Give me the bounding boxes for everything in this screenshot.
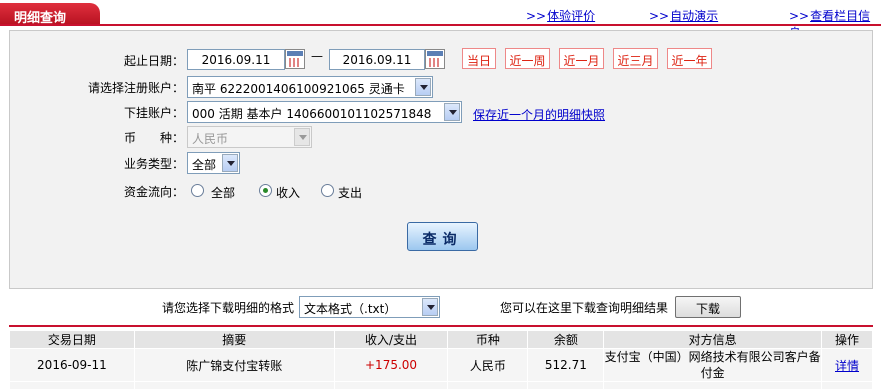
currency-label: 币 种：: [123, 131, 184, 145]
feedback-link[interactable]: >>体验评价: [526, 7, 595, 24]
download-format-value: 文本格式（.txt）: [304, 302, 397, 316]
flow-expense-label: 支出: [338, 186, 363, 200]
download-format-label: 请您选择下载明细的格式: [162, 301, 295, 315]
row-balance: 512.71: [527, 348, 605, 382]
end-calendar-icon[interactable]: [425, 49, 445, 69]
account-select-value: 南平 6222001406100921065 灵通卡: [192, 82, 405, 96]
table-divider: [9, 325, 873, 327]
flow-all-radio[interactable]: [191, 184, 204, 197]
flow-income-radio[interactable]: [259, 184, 272, 197]
page-title: 明细查询: [0, 3, 100, 26]
range-year-button[interactable]: 近一年: [667, 48, 712, 69]
download-button[interactable]: 下载: [675, 296, 741, 318]
header-divider: [0, 24, 881, 26]
account-select[interactable]: 南平 6222001406100921065 灵通卡: [187, 76, 433, 98]
col-summary-header: 摘要: [133, 330, 335, 349]
row-currency: 人民币: [447, 348, 529, 382]
range-today-button[interactable]: 当日: [462, 48, 496, 69]
flow-all-label: 全部: [211, 186, 236, 200]
table-header-row: 交易日期 摘要 收入/支出 币种 余额 对方信息 操作: [9, 330, 873, 349]
date-range-label: 起止日期：: [123, 54, 184, 68]
date-separator: —: [311, 49, 323, 63]
row-party: 支付宝（中国）网络技术有限公司客户备付金: [603, 348, 823, 382]
subaccount-select[interactable]: 000 活期 基本户 1406600101102571848: [187, 101, 462, 123]
row-summary: 陈广锦支付宝转账: [133, 348, 335, 382]
download-hint: 您可以在这里下载查询明细结果: [500, 301, 669, 315]
table-row-partial: [9, 381, 873, 389]
flow-expense-radio[interactable]: [321, 184, 334, 197]
fund-flow-label: 资金流向：: [123, 185, 184, 199]
query-form-panel: 起止日期： 2016.09.11 — 2016.09.11 当日 近一周 近一月…: [9, 30, 873, 289]
chevron-down-icon: [294, 128, 310, 146]
flow-income-label: 收入: [276, 186, 301, 200]
save-snapshot-link[interactable]: 保存近一个月的明细快照: [473, 106, 605, 123]
details-link[interactable]: 详情: [835, 359, 859, 373]
search-button[interactable]: 查询: [407, 222, 478, 251]
range-month-button[interactable]: 近一月: [559, 48, 604, 69]
col-currency-header: 币种: [447, 330, 529, 349]
col-party-header: 对方信息: [603, 330, 823, 349]
col-amount-header: 收入/支出: [333, 330, 449, 349]
header-bar: 明细查询 >>体验评价 >>自动演示 >>查看栏目信息: [0, 0, 881, 40]
currency-select: 人民币: [187, 126, 312, 148]
results-table: 交易日期 摘要 收入/支出 币种 余额 对方信息 操作 2016-09-11 陈…: [9, 330, 873, 389]
col-balance-header: 余额: [527, 330, 605, 349]
chevron-down-icon: [415, 78, 431, 96]
chevron-down-icon: [422, 298, 438, 316]
download-format-select[interactable]: 文本格式（.txt）: [299, 296, 440, 318]
demo-link[interactable]: >>自动演示: [649, 7, 718, 24]
account-label: 请选择注册账户：: [87, 81, 184, 95]
end-date-input[interactable]: 2016.09.11: [329, 49, 425, 70]
row-date: 2016-09-11: [9, 348, 135, 382]
chevron-down-icon: [444, 103, 460, 121]
start-date-input[interactable]: 2016.09.11: [187, 49, 285, 70]
chevron-down-icon: [222, 154, 238, 172]
table-row: 2016-09-11 陈广锦支付宝转账 +175.00 人民币 512.71 支…: [9, 348, 873, 382]
biz-type-select-value: 全部: [192, 158, 217, 172]
range-week-button[interactable]: 近一周: [505, 48, 550, 69]
start-calendar-icon[interactable]: [285, 49, 305, 69]
subaccount-select-value: 000 活期 基本户 1406600101102571848: [192, 107, 432, 121]
range-three-months-button[interactable]: 近三月: [613, 48, 658, 69]
subaccount-label: 下挂账户：: [123, 106, 184, 120]
biz-type-label: 业务类型：: [123, 157, 184, 171]
currency-select-value: 人民币: [192, 132, 229, 146]
row-action-cell: 详情: [821, 348, 873, 382]
row-amount: +175.00: [333, 348, 449, 382]
col-date-header: 交易日期: [9, 330, 135, 349]
biz-type-select[interactable]: 全部: [187, 152, 240, 174]
col-action-header: 操作: [821, 330, 873, 349]
